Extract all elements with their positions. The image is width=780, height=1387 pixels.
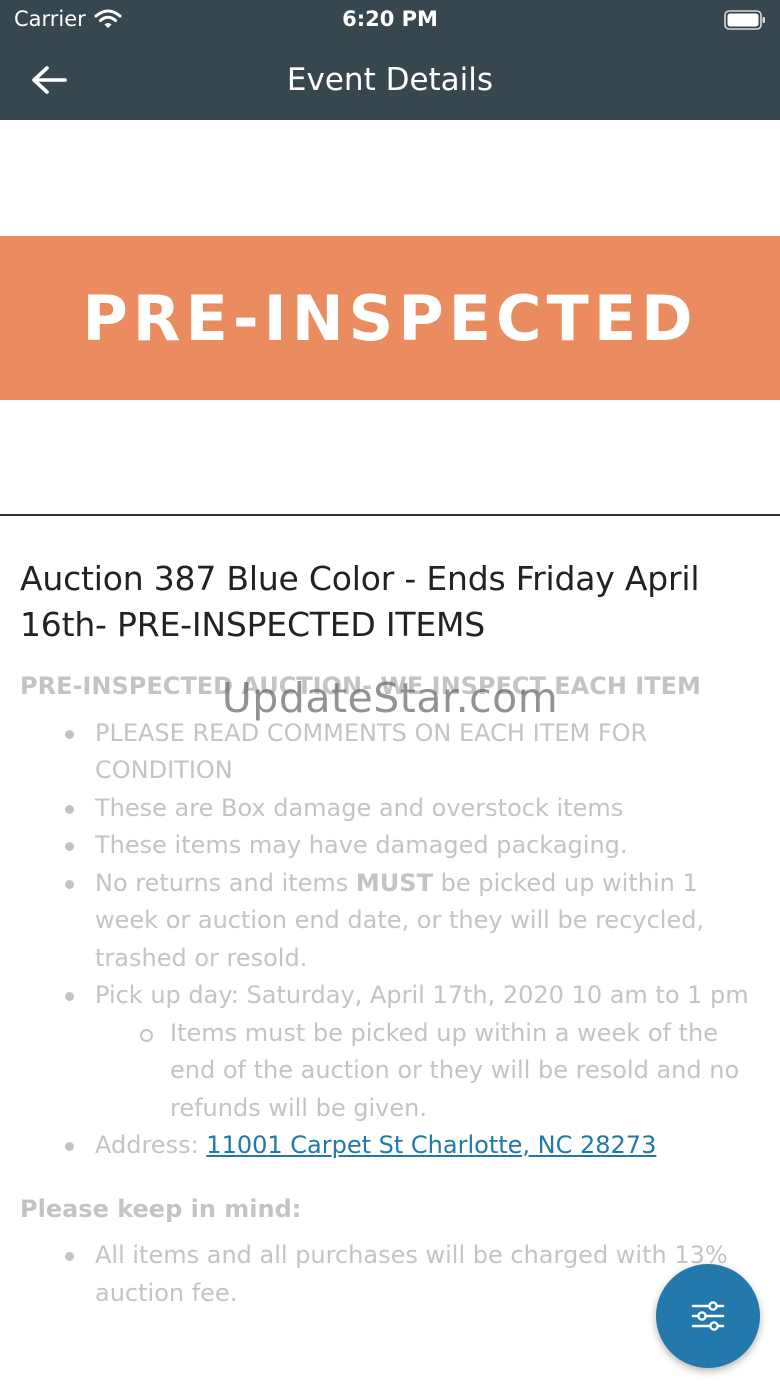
- app-header: Carrier 6:20 PM Event Details: [0, 0, 780, 120]
- event-description: PRE-INSPECTED AUCTION- WE INSPECT EACH I…: [20, 668, 760, 1312]
- event-banner-area: PRE-INSPECTED: [0, 120, 780, 516]
- nav-bar: Event Details: [0, 40, 780, 120]
- list-item: These items may have damaged packaging.: [20, 827, 760, 865]
- page-title: Event Details: [286, 62, 494, 98]
- list-item: PLEASE READ COMMENTS ON EACH ITEM FOR CO…: [20, 715, 760, 790]
- list-item: Pick up day: Saturday, April 17th, 2020 …: [20, 977, 760, 1015]
- banner-text: PRE-INSPECTED: [82, 281, 698, 355]
- description-list: PLEASE READ COMMENTS ON EACH ITEM FOR CO…: [20, 715, 760, 1165]
- event-banner: PRE-INSPECTED: [0, 236, 780, 400]
- list-text: No returns and items: [95, 868, 356, 897]
- watermark-text: UpdateStar.com: [221, 674, 559, 722]
- sub-list-item: Items must be picked up within a week of…: [20, 1015, 760, 1128]
- list-item: These are Box damage and overstock items: [20, 790, 760, 828]
- list-item: No returns and items MUST be picked up w…: [20, 865, 760, 978]
- filter-button[interactable]: [656, 1264, 760, 1368]
- emphasis-text: MUST: [355, 868, 433, 897]
- event-content: Auction 387 Blue Color - Ends Friday Apr…: [20, 556, 760, 1312]
- status-bar: Carrier 6:20 PM: [0, 0, 780, 40]
- battery-icon: [724, 10, 765, 30]
- address-link[interactable]: 11001 Carpet St Charlotte, NC 28273: [206, 1131, 656, 1159]
- event-title: Auction 387 Blue Color - Ends Friday Apr…: [20, 559, 700, 644]
- keep-in-mind-list: All items and all purchases will be char…: [20, 1237, 760, 1312]
- address-label: Address:: [95, 1131, 207, 1159]
- keep-in-mind-heading: Please keep in mind:: [20, 1194, 302, 1223]
- list-item: Address: 11001 Carpet St Charlotte, NC 2…: [20, 1127, 760, 1165]
- status-time: 6:20 PM: [342, 7, 438, 31]
- filter-sliders-icon: [691, 1301, 725, 1331]
- list-item: All items and all purchases will be char…: [20, 1237, 760, 1312]
